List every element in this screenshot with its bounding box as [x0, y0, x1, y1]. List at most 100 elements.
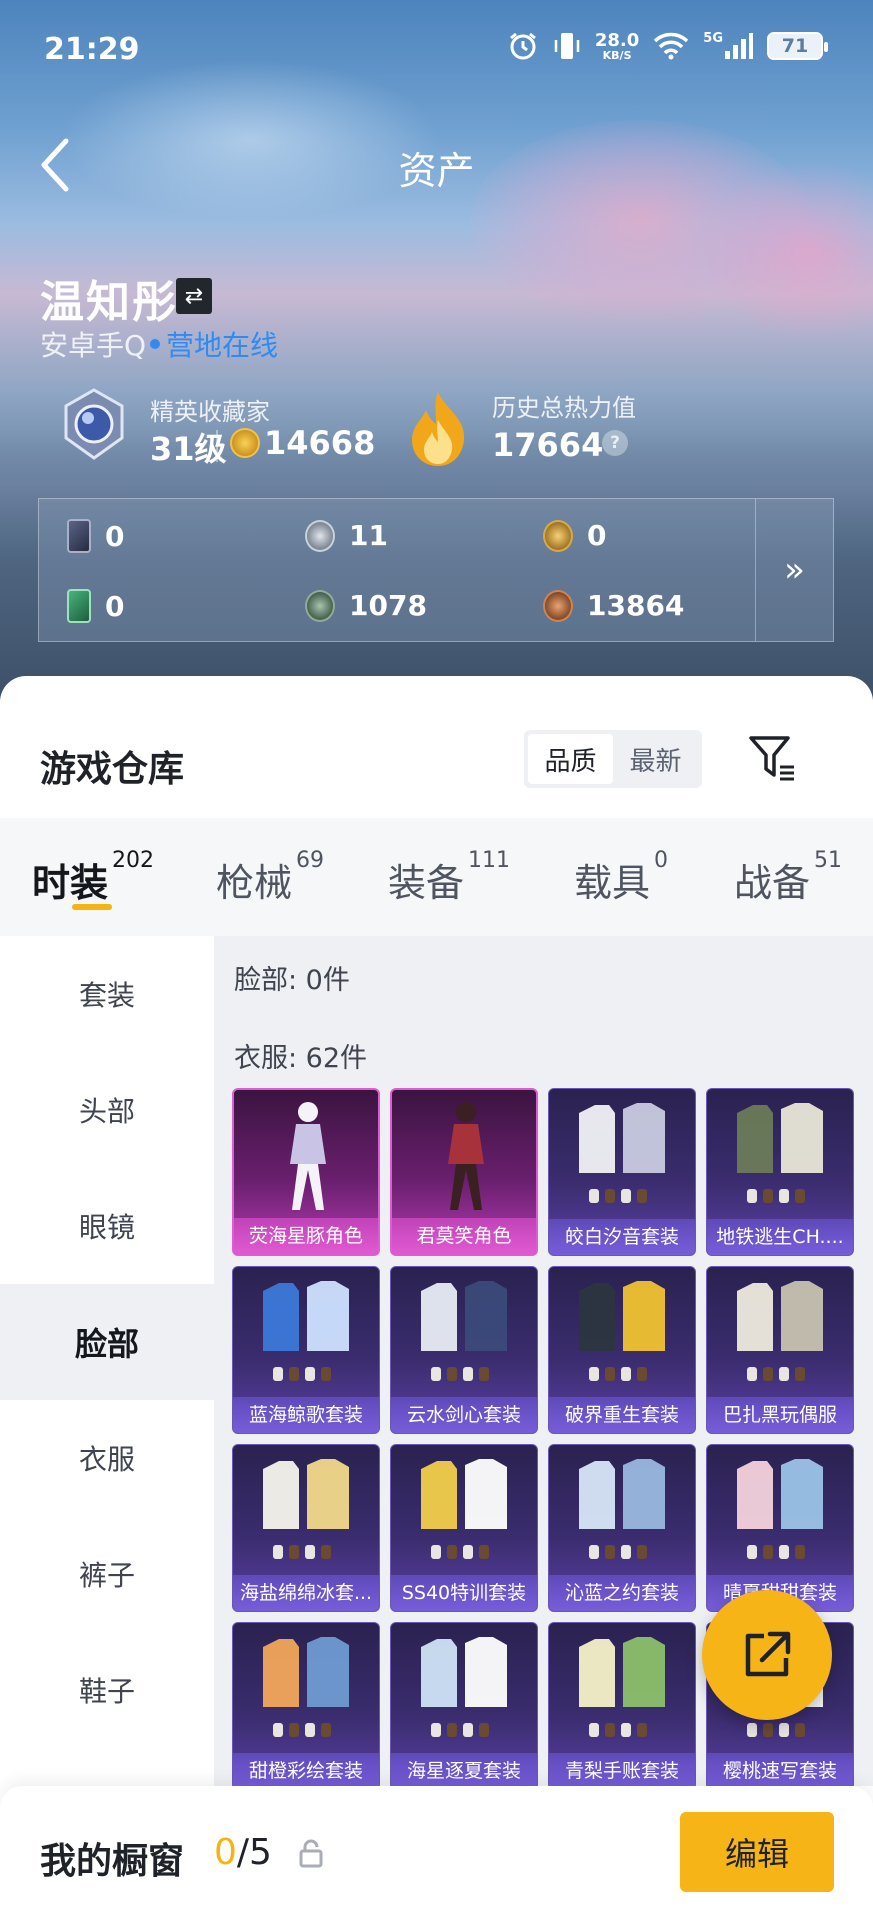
item-label: 蓝海鲸歌套装	[233, 1397, 379, 1433]
tab-fashion[interactable]: 时装202	[32, 848, 154, 907]
heat-value: 17664	[492, 426, 604, 464]
tab-vehicles[interactable]: 载具0	[574, 848, 668, 907]
currency-value: 0	[587, 519, 607, 552]
currency-item: 0	[67, 519, 124, 553]
network-speed: 28.0 KB/S	[594, 29, 640, 62]
showcase-label: 我的橱窗	[40, 1841, 185, 1882]
share-button[interactable]	[702, 1590, 832, 1720]
edit-showcase-button[interactable]: 编辑	[680, 1812, 834, 1892]
tab-weapons[interactable]: 枪械69	[216, 848, 324, 907]
item-label: 巴扎黑玩偶服	[707, 1397, 853, 1433]
sort-latest-button[interactable]: 最新	[613, 734, 698, 784]
item-thumbnail	[421, 1637, 507, 1737]
item-thumbnail	[737, 1281, 823, 1381]
item-thumbnail	[579, 1281, 665, 1381]
currency-value: 0	[105, 589, 125, 623]
sort-quality-button[interactable]: 品质	[528, 734, 613, 784]
currency-value: 1078	[349, 589, 427, 622]
active-tab-indicator	[72, 904, 112, 910]
warehouse-title: 游戏仓库	[40, 749, 185, 790]
item-card[interactable]: 云水剑心套装	[390, 1266, 538, 1434]
category-tabs: 时装202 枪械69 装备111 载具0 战备51	[0, 818, 873, 936]
item-card[interactable]: 地铁逃生CH....	[706, 1088, 854, 1256]
status-bar: 21:29 28.0 KB/S 5G 71	[0, 0, 873, 104]
item-card[interactable]: 蓝海鲸歌套装	[232, 1266, 380, 1434]
divider	[216, 430, 218, 462]
item-label: 地铁逃生CH....	[707, 1219, 853, 1255]
collector-badge-icon	[64, 388, 124, 460]
item-card[interactable]: 破界重生套装	[548, 1266, 696, 1434]
lock-icon	[299, 1839, 323, 1868]
item-label: 沁蓝之约套装	[549, 1575, 695, 1611]
sidebar-item-pants[interactable]: 裤子	[0, 1516, 214, 1632]
item-label: 甜橙彩绘套装	[233, 1753, 379, 1786]
share-external-icon	[745, 1631, 791, 1677]
currency-value: 0	[105, 519, 125, 553]
item-card[interactable]: 青梨手账套装	[548, 1622, 696, 1786]
switch-account-icon[interactable]: ⇄	[176, 278, 212, 314]
item-card[interactable]: 君莫笑角色	[390, 1088, 538, 1256]
item-label: 君莫笑角色	[392, 1218, 536, 1254]
item-card[interactable]: 皎白汐音套装	[548, 1088, 696, 1256]
sidebar-item-glasses[interactable]: 眼镜	[0, 1168, 214, 1284]
sidebar-item-shoes[interactable]: 鞋子	[0, 1632, 214, 1748]
item-label: 海星逐夏套装	[391, 1753, 537, 1786]
platform-label: 安卓手Q	[40, 329, 147, 362]
vibrate-icon	[553, 30, 581, 62]
item-thumbnail	[290, 1102, 326, 1210]
sidebar-item-head[interactable]: 头部	[0, 1052, 214, 1168]
item-card[interactable]: 海盐绵绵冰套...	[232, 1444, 380, 1612]
player-name: 温知彤	[40, 277, 178, 328]
item-thumbnail	[737, 1459, 823, 1559]
status-icons: 28.0 KB/S 5G 71	[507, 29, 828, 62]
sub-category-sidebar: 套装 头部 眼镜 脸部 衣服 裤子 鞋子	[0, 936, 214, 1786]
battery-icon: 71	[767, 32, 828, 60]
face-count-label: 脸部: 0件	[234, 965, 350, 996]
collector-coin-icon	[230, 428, 260, 458]
currency-item: 11	[305, 519, 388, 552]
heat-title: 历史总热力值	[492, 394, 636, 422]
item-thumbnail	[579, 1637, 665, 1737]
tab-supplies[interactable]: 战备51	[734, 848, 842, 907]
item-thumbnail	[737, 1103, 823, 1203]
green-coin-icon	[305, 589, 335, 622]
alarm-icon	[507, 30, 539, 62]
currency-panel: 0 11 0 0 1078 13864 »	[38, 498, 834, 642]
item-card[interactable]: 荧海星豚角色	[232, 1088, 380, 1256]
item-card[interactable]: SS40特训套装	[390, 1444, 538, 1612]
currency-item: 13864	[543, 589, 684, 622]
bronze-coin-icon	[543, 589, 573, 622]
currency-item: 1078	[305, 589, 427, 622]
item-label: 荧海星豚角色	[234, 1218, 378, 1254]
item-card[interactable]: 海星逐夏套装	[390, 1622, 538, 1786]
item-label: SS40特训套装	[391, 1575, 537, 1611]
item-thumbnail	[263, 1281, 349, 1381]
wifi-icon	[653, 32, 689, 60]
filter-button[interactable]	[744, 730, 800, 786]
item-card[interactable]: 巴扎黑玩偶服	[706, 1266, 854, 1434]
item-card[interactable]: 沁蓝之约套装	[548, 1444, 696, 1612]
platform-line: 安卓手Q 营地在线	[40, 324, 278, 364]
collector-points: 14668	[264, 424, 376, 462]
expand-currencies-button[interactable]: »	[755, 499, 833, 641]
gold-emblem-icon	[543, 519, 573, 552]
item-label: 海盐绵绵冰套...	[233, 1575, 379, 1611]
item-thumbnail	[579, 1459, 665, 1559]
signal-icon: 5G	[703, 31, 753, 61]
online-dot-icon	[150, 339, 161, 349]
item-thumbnail	[579, 1103, 665, 1203]
sort-toggle: 品质 最新	[524, 730, 702, 788]
sidebar-item-outfits[interactable]: 套装	[0, 936, 214, 1052]
sidebar-item-face[interactable]: 脸部	[0, 1284, 214, 1400]
item-label: 云水剑心套装	[391, 1397, 537, 1433]
sidebar-item-clothes[interactable]: 衣服	[0, 1400, 214, 1516]
green-card-icon	[67, 589, 91, 623]
item-card[interactable]: 甜橙彩绘套装	[232, 1622, 380, 1786]
tab-equipment[interactable]: 装备111	[388, 848, 510, 907]
item-label: 樱桃速写套装	[707, 1753, 853, 1786]
item-thumbnail	[263, 1637, 349, 1737]
status-time: 21:29	[44, 32, 140, 67]
item-thumbnail	[421, 1459, 507, 1559]
item-card[interactable]: 晴夏甜甜套装	[706, 1444, 854, 1612]
help-icon[interactable]: ?	[602, 430, 628, 456]
